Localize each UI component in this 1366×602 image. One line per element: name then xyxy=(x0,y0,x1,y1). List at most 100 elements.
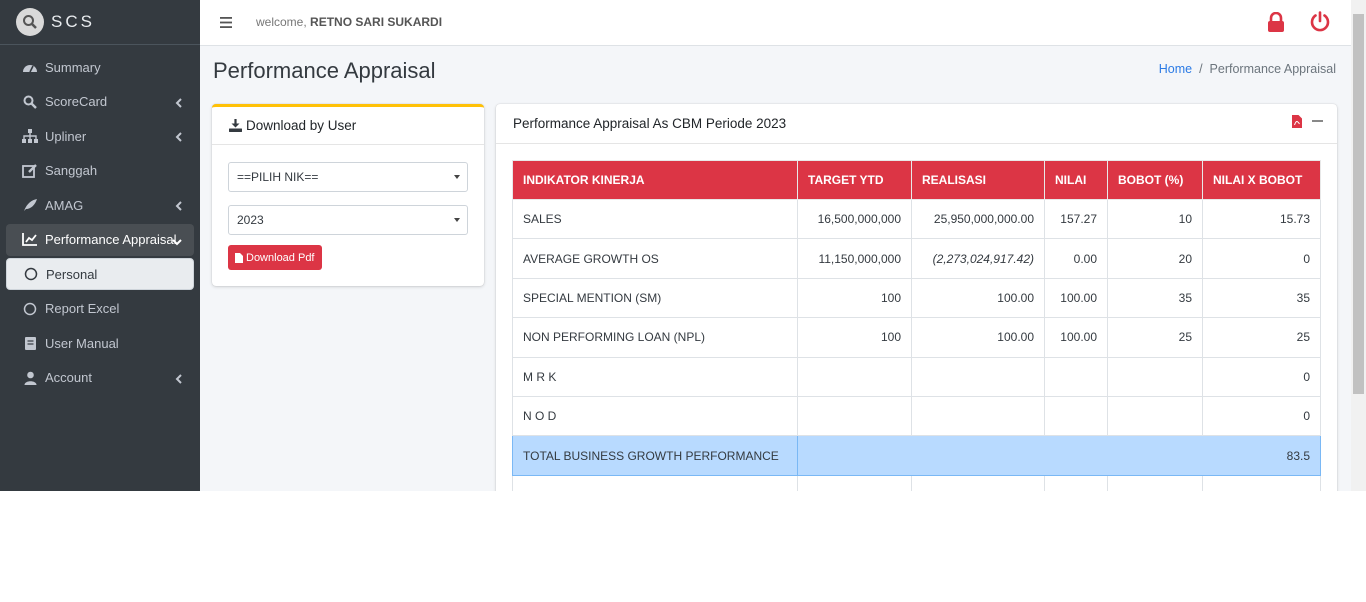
download-pdf-button[interactable]: Download Pdf xyxy=(228,245,322,270)
sidebar: SCS Summary ScoreCard Upliner Sanggah AM… xyxy=(0,0,200,491)
breadcrumb-home-link[interactable]: Home xyxy=(1159,62,1192,76)
cell-nilai: 100.00 xyxy=(1044,277,1108,319)
table-row: SPECIAL MENTION (SM) 100 100.00 100.00 3… xyxy=(512,277,1321,319)
sidebar-item-account[interactable]: Account xyxy=(6,362,194,394)
menu-toggle-icon[interactable] xyxy=(220,16,232,31)
feather-icon xyxy=(22,197,38,213)
cell-bobot: 25 xyxy=(1107,317,1203,358)
year-select-value: 2023 xyxy=(237,213,264,227)
cell-realisasi: 100.00 xyxy=(911,277,1045,319)
appraisal-table: INDIKATOR KINERJA TARGET YTD REALISASI N… xyxy=(512,160,1321,491)
sidebar-item-performance-appraisal[interactable]: Performance Appraisal xyxy=(6,223,194,256)
cell-indikator: SPECIAL MENTION (SM) xyxy=(512,277,798,319)
breadcrumb-current: Performance Appraisal xyxy=(1209,62,1336,76)
download-pdf-label: Download Pdf xyxy=(246,251,315,264)
sidebar-item-label: User Manual xyxy=(45,335,119,351)
sidebar-item-personal[interactable]: Personal xyxy=(6,258,194,290)
column-header: INDIKATOR KINERJA xyxy=(512,160,798,200)
cell-realisasi: 25,950,000,000.00 xyxy=(911,198,1045,240)
cell-target xyxy=(797,395,912,437)
cell-bobot: 10 xyxy=(1107,198,1203,240)
circle-icon xyxy=(23,266,39,282)
sidebar-nav: Summary ScoreCard Upliner Sanggah AMAG P… xyxy=(0,45,200,394)
breadcrumb-separator: / xyxy=(1199,62,1203,76)
sidebar-item-upliner[interactable]: Upliner xyxy=(6,120,194,152)
caret-down-icon xyxy=(454,175,460,179)
cell-nilai-bobot: 0 xyxy=(1202,356,1321,397)
sidebar-item-user-manual[interactable]: User Manual xyxy=(6,327,194,359)
chevron-down-icon xyxy=(172,234,182,249)
table-row: AVERAGE GROWTH OS 11,150,000,000 (2,273,… xyxy=(512,238,1321,279)
cell-indikator: M R K xyxy=(512,356,798,397)
chevron-left-icon xyxy=(175,130,182,145)
cell-bobot xyxy=(1107,356,1203,397)
download-icon xyxy=(229,119,242,132)
table-header-row: INDIKATOR KINERJA TARGET YTD REALISASI N… xyxy=(512,160,1321,200)
cell-target xyxy=(797,356,912,397)
edit-icon xyxy=(22,163,38,179)
download-card: Download by User ==PILIH NIK== 2023 Down… xyxy=(212,104,484,286)
sidebar-item-summary[interactable]: Summary xyxy=(6,51,194,83)
page-title: Performance Appraisal xyxy=(213,58,436,83)
brand-name: SCS xyxy=(51,12,95,31)
sidebar-item-label: Summary xyxy=(45,59,101,75)
cell-realisasi: (2,273,024,917.42) xyxy=(911,238,1045,279)
column-header: REALISASI xyxy=(911,160,1045,200)
power-off-icon[interactable] xyxy=(1310,11,1330,35)
chart-line-icon xyxy=(22,232,38,248)
cell-bobot xyxy=(1107,395,1203,437)
sidebar-item-label: Performance Appraisal xyxy=(45,232,177,247)
sidebar-item-scorecard[interactable]: ScoreCard xyxy=(6,86,194,118)
column-header: NILAI xyxy=(1044,160,1108,200)
total-row: TOTAL BUSINESS GROWTH PERFORMANCE 83.5 xyxy=(512,435,1321,476)
sidebar-item-label: ScoreCard xyxy=(45,94,108,109)
cell-indikator: NON PERFORMING LOAN (NPL) xyxy=(512,317,798,358)
cell-realisasi xyxy=(911,395,1045,437)
user-icon xyxy=(22,370,38,386)
scrollbar-thumb[interactable] xyxy=(1353,14,1364,394)
dashboard-icon xyxy=(22,59,38,75)
sidebar-item-report-excel[interactable]: Report Excel xyxy=(6,293,194,325)
cell-nilai-bobot: 15.73 xyxy=(1202,198,1321,240)
column-header: TARGET YTD xyxy=(797,160,912,200)
nik-select[interactable]: ==PILIH NIK== xyxy=(228,162,468,192)
search-icon xyxy=(22,94,38,110)
cell-indikator: SALES xyxy=(512,198,798,240)
table-row: M R K 0 xyxy=(512,356,1321,397)
circle-icon xyxy=(22,301,38,317)
top-navbar: welcome, RETNO SARI SUKARDI xyxy=(200,0,1351,46)
year-select[interactable]: 2023 xyxy=(228,205,468,235)
cell-realisasi xyxy=(911,356,1045,397)
cell-nilai xyxy=(1044,356,1108,397)
card-tools xyxy=(1292,115,1323,128)
sidebar-item-label: Account xyxy=(45,370,92,385)
cell-nilai-bobot: 25 xyxy=(1202,317,1321,358)
page-scrollbar[interactable] xyxy=(1351,0,1366,491)
cell-nilai: 0.00 xyxy=(1044,238,1108,279)
total-value: 83.5 xyxy=(797,435,1321,476)
cell-target: 16,500,000,000 xyxy=(797,198,912,240)
caret-down-icon xyxy=(454,218,460,222)
nik-select-value: ==PILIH NIK== xyxy=(237,170,319,184)
collapse-minus-icon[interactable] xyxy=(1312,120,1323,123)
welcome-prefix: welcome, xyxy=(256,15,307,29)
sidebar-item-sanggah[interactable]: Sanggah xyxy=(6,155,194,187)
chevron-left-icon xyxy=(175,96,182,111)
cell-nilai-bobot: 0 xyxy=(1202,395,1321,437)
appraisal-card: Performance Appraisal As CBM Periode 202… xyxy=(496,104,1337,491)
file-pdf-icon xyxy=(235,252,243,263)
total-label: TOTAL BUSINESS GROWTH PERFORMANCE xyxy=(512,435,798,476)
table-row: SALES 16,500,000,000 25,950,000,000.00 1… xyxy=(512,198,1321,240)
sidebar-item-amag[interactable]: AMAG xyxy=(6,189,194,221)
cell-bobot: 20 xyxy=(1107,238,1203,279)
file-pdf-icon[interactable] xyxy=(1292,115,1302,128)
brand[interactable]: SCS xyxy=(0,0,200,45)
cell-indikator: AVERAGE GROWTH OS xyxy=(512,238,798,279)
table-row: NON PERFORMING LOAN (NPL) 100 100.00 100… xyxy=(512,317,1321,358)
app-viewport: SCS Summary ScoreCard Upliner Sanggah AM… xyxy=(0,0,1366,491)
cell-realisasi: 100.00 xyxy=(911,317,1045,358)
table-row-partial xyxy=(512,474,1321,491)
lock-icon[interactable] xyxy=(1267,11,1285,35)
sitemap-icon xyxy=(22,128,38,144)
sidebar-item-label: Sanggah xyxy=(45,163,98,178)
